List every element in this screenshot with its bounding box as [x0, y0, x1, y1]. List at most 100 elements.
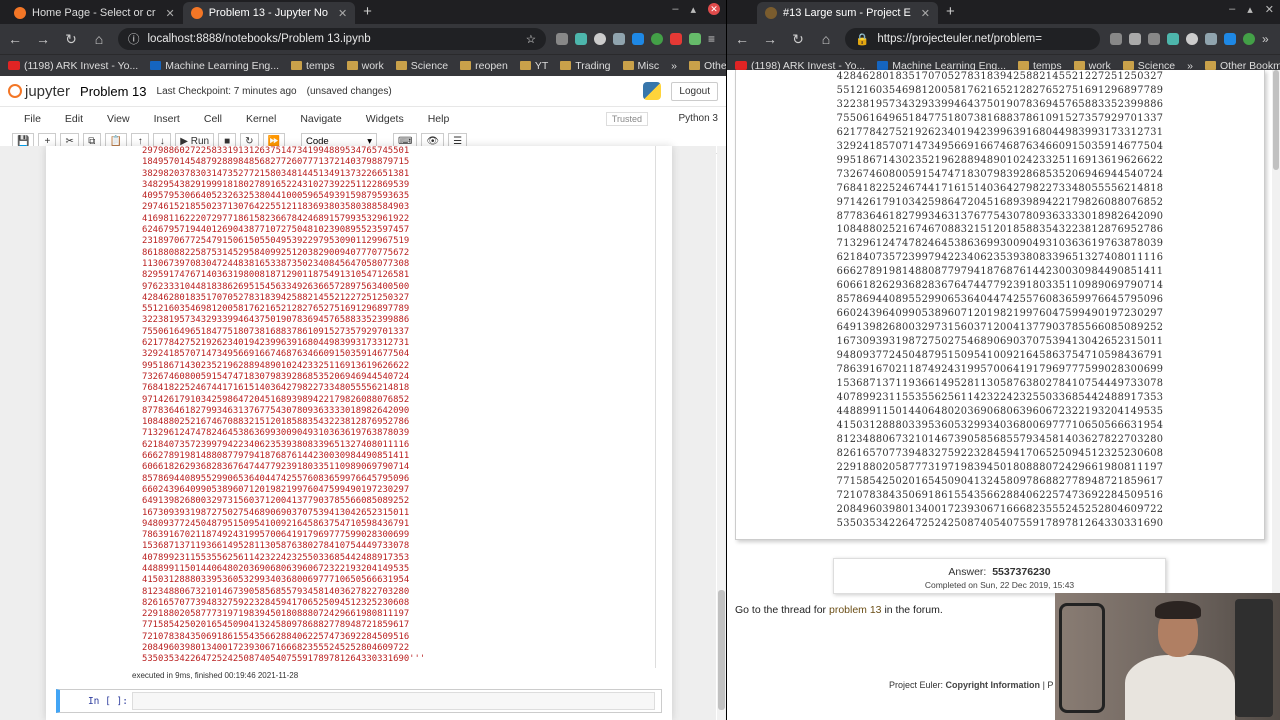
site-info-icon[interactable]: ⓘ: [128, 31, 140, 47]
copyright-link[interactable]: Copyright Information: [946, 680, 1041, 690]
bookmark-trading[interactable]: Trading: [560, 60, 611, 72]
output-line: 7210783843506918615543566288406225747369…: [142, 631, 410, 642]
reload-icon[interactable]: ↻: [789, 31, 807, 48]
address-bar[interactable]: 🔒 https://projecteuler.net/problem=: [845, 28, 1100, 50]
download-icon[interactable]: [575, 33, 587, 45]
reader-icon[interactable]: [1110, 33, 1122, 45]
menu-view[interactable]: View: [107, 113, 130, 125]
scrollbar-thumb[interactable]: [718, 590, 725, 710]
reload-icon[interactable]: ↻: [62, 31, 80, 48]
forum-thread-link[interactable]: problem 13: [829, 604, 882, 616]
tab-home-page[interactable]: Home Page - Select or cr ✕: [6, 2, 183, 24]
download-icon[interactable]: [1167, 33, 1179, 45]
grammarly-icon[interactable]: [1243, 33, 1255, 45]
menu-kernel[interactable]: Kernel: [246, 113, 276, 125]
bookmark-overflow-chevron[interactable]: »: [671, 60, 677, 72]
overflow-chevron-icon[interactable]: »: [1262, 33, 1274, 45]
new-tab-button[interactable]: +: [355, 2, 380, 24]
bookmark-science[interactable]: Science: [395, 59, 449, 72]
extension-blue-icon[interactable]: [1224, 33, 1236, 45]
empty-code-cell[interactable]: In [ ]:: [56, 689, 662, 713]
extension-s-icon[interactable]: [1186, 33, 1198, 45]
minimize-icon[interactable]: –: [672, 3, 678, 16]
extension-x-icon[interactable]: [1205, 33, 1217, 45]
back-icon[interactable]: ←: [6, 31, 24, 47]
window-controls: – ▴ ✕: [672, 3, 720, 16]
minimize-icon[interactable]: –: [1229, 3, 1235, 16]
extension-red-icon[interactable]: [670, 33, 682, 45]
lock-icon[interactable]: 🔒: [855, 32, 869, 46]
menu-edit[interactable]: Edit: [65, 113, 83, 125]
menu-icon[interactable]: ≡: [708, 33, 720, 45]
bookmark-star-icon[interactable]: [1129, 33, 1141, 45]
output-line: 7132961247478246453863699300904931036361…: [142, 428, 410, 439]
output-line: 2979886027225833191312637514734199488953…: [142, 146, 410, 156]
back-icon[interactable]: ←: [733, 31, 751, 47]
notebook-scrollbar[interactable]: [717, 146, 726, 720]
menu-widgets[interactable]: Widgets: [366, 113, 404, 125]
maximize-icon[interactable]: ▴: [1247, 3, 1253, 16]
bookmark-star-icon[interactable]: ☆: [526, 32, 536, 46]
menu-file[interactable]: File: [24, 113, 41, 125]
output-line: 6602439640990538960712019821997604759949…: [142, 484, 410, 495]
output-line: 8578694408955299065364044742557608365997…: [142, 473, 410, 484]
pocket-icon[interactable]: [1148, 33, 1160, 45]
unsaved-status: (unsaved changes): [306, 85, 392, 97]
extension-blue-icon[interactable]: [632, 33, 644, 45]
bookmark-machine-learning[interactable]: Machine Learning Eng...: [150, 60, 279, 72]
bookmark-work[interactable]: work: [346, 60, 384, 72]
bookmark-temps[interactable]: temps: [291, 60, 335, 72]
output-line: 8295917476714036319800818712901187549131…: [142, 270, 410, 281]
answer-box: Answer: 5537376230 Completed on Sun, 22 …: [833, 558, 1166, 594]
menu-cell[interactable]: Cell: [204, 113, 222, 125]
menu-help[interactable]: Help: [428, 113, 450, 125]
bookmark-other[interactable]: Other Bookmarks: [688, 60, 726, 72]
grammarly-icon[interactable]: [651, 33, 663, 45]
number-line: 7132961247478246453863699300904931036361…: [836, 238, 1164, 250]
extension-s-icon[interactable]: [594, 33, 606, 45]
address-bar[interactable]: ⓘ localhost:8888/notebooks/Problem 13.ip…: [118, 28, 546, 50]
number-line: 7715854250201654509041324580978688277894…: [836, 475, 1164, 487]
scrollbar-thumb[interactable]: [1273, 70, 1279, 170]
problem-number-box: 4284628018351707052783183942588214552122…: [735, 70, 1265, 540]
close-tab-icon[interactable]: ✕: [166, 7, 175, 20]
cell-output: 2979886027225833191312637514734199488953…: [134, 146, 656, 668]
output-line: 6491398268003297315603712004137790378556…: [142, 496, 410, 507]
bookmark-yt[interactable]: YT: [519, 60, 548, 72]
output-line: 4150312888033953605329934036800697771065…: [142, 575, 410, 586]
output-line: 9480937724504879515095410092164586375471…: [142, 518, 410, 529]
close-tab-icon[interactable]: ✕: [921, 7, 930, 20]
new-tab-button[interactable]: +: [938, 2, 963, 24]
code-input[interactable]: [132, 692, 655, 710]
forward-icon[interactable]: →: [761, 31, 779, 47]
output-line: 7326746080059154747183079839286853520694…: [142, 371, 410, 382]
pocket-icon[interactable]: [556, 33, 568, 45]
logout-button[interactable]: Logout: [671, 81, 718, 101]
tab-problem-13[interactable]: Problem 13 - Jupyter No ✕: [182, 2, 356, 24]
notebook-title[interactable]: Problem 13: [80, 84, 146, 99]
close-tab-icon[interactable]: ✕: [338, 7, 347, 20]
extension-green-icon[interactable]: [689, 33, 701, 45]
tab-large-sum[interactable]: #13 Large sum - Project E ✕: [757, 2, 939, 24]
bookmark-label: Science: [410, 59, 449, 72]
output-line: 2084960398013400172393067166682355524525…: [142, 643, 410, 654]
close-window-icon[interactable]: ✕: [708, 3, 720, 15]
menu-navigate[interactable]: Navigate: [300, 113, 341, 125]
bookmark-reopen[interactable]: reopen: [460, 60, 508, 72]
jupyter-logo[interactable]: jupyter: [8, 83, 70, 100]
forward-icon[interactable]: →: [34, 31, 52, 47]
folder-icon: [1018, 61, 1030, 70]
home-icon[interactable]: ⌂: [90, 31, 108, 47]
number-line: 4488991150144064802036906806396067232219…: [836, 405, 1164, 417]
folder-icon: [519, 61, 531, 70]
home-icon[interactable]: ⌂: [817, 31, 835, 47]
maximize-icon[interactable]: ▴: [690, 3, 696, 16]
trusted-badge[interactable]: Trusted: [605, 111, 648, 126]
close-window-icon[interactable]: ✕: [1265, 3, 1274, 16]
bookmark-misc[interactable]: Misc: [622, 60, 659, 72]
bookmark-ark-invest[interactable]: (1198) ARK Invest - Yo...: [8, 60, 138, 72]
completed-date: Completed on Sun, 22 Dec 2019, 15:43: [924, 580, 1075, 590]
kernel-indicator[interactable]: Python 3: [679, 113, 718, 124]
menu-insert[interactable]: Insert: [154, 113, 180, 125]
extension-x-icon[interactable]: [613, 33, 625, 45]
